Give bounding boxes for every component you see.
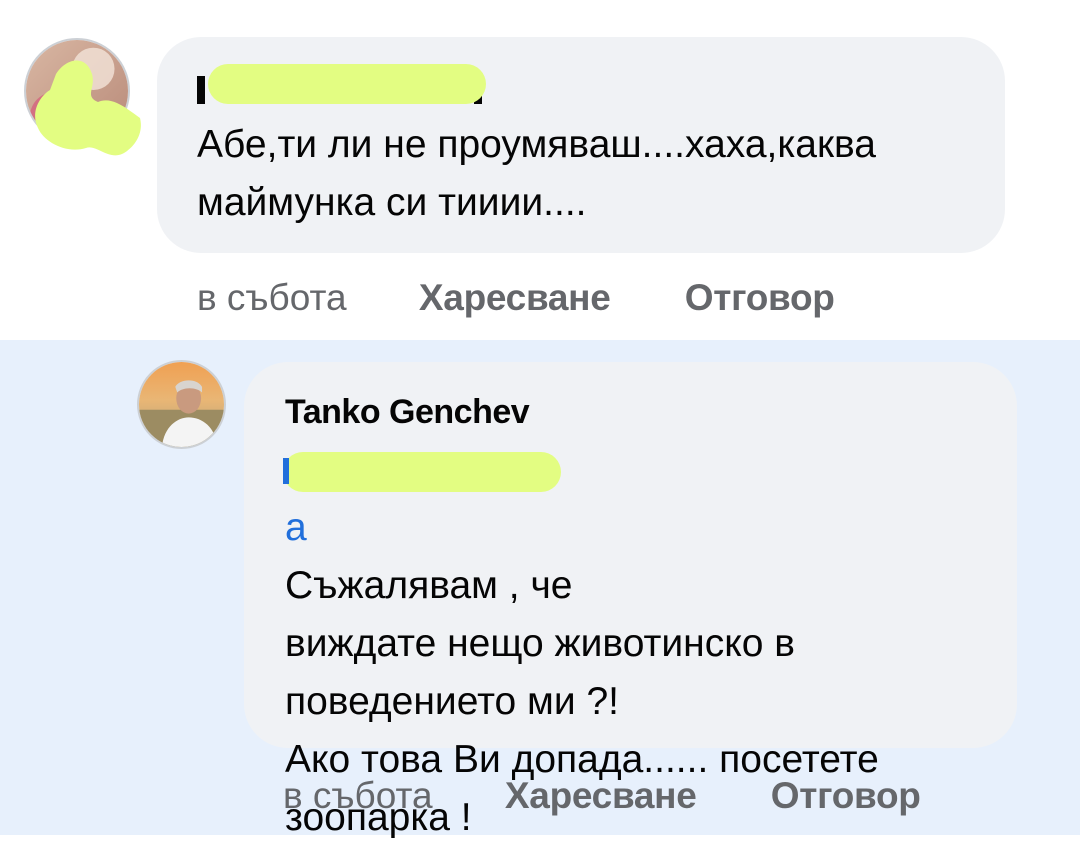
avatar-image <box>139 362 224 447</box>
reply-text-line: а Съжалявам , че <box>285 441 879 615</box>
reply-text-line: поведението ми ?! <box>285 680 619 723</box>
comment-text-line: Абе,ти ли не проумяваш....хаха,каква <box>197 123 876 166</box>
reply-author-name[interactable]: Tanko Genchev <box>285 392 530 432</box>
comment-thread: Абе,ти ли не проумяваш....хаха,каква май… <box>0 0 1080 340</box>
like-button[interactable]: Харесване <box>419 277 611 318</box>
reply-thread: Tanko Genchev а Съжалявам , че виждате н… <box>0 340 1080 839</box>
reply-timestamp[interactable]: в събота <box>283 775 433 816</box>
avatar-redaction <box>35 60 141 156</box>
author-name-fragment <box>197 76 205 104</box>
mention-link[interactable]: а <box>285 499 879 557</box>
comment-actions: в събота Харесване Отговор <box>197 276 835 320</box>
reply-button[interactable]: Отговор <box>771 775 921 816</box>
comment-body: Абе,ти ли не проумяваш....хаха,каква май… <box>197 116 876 232</box>
author-name-redaction <box>208 64 486 104</box>
comment-timestamp[interactable]: в събота <box>197 277 347 318</box>
reply-button[interactable]: Отговор <box>685 277 835 318</box>
reply-actions: в събота Харесване Отговор <box>283 774 921 818</box>
reply-author-avatar[interactable] <box>137 360 226 449</box>
reply-text-line: виждате нещо животинско в <box>285 622 795 665</box>
like-button[interactable]: Харесване <box>505 775 697 816</box>
comment-text-line: маймунка си тииии.... <box>197 181 587 224</box>
reply-text-fragment: Съжалявам , че <box>285 564 573 607</box>
